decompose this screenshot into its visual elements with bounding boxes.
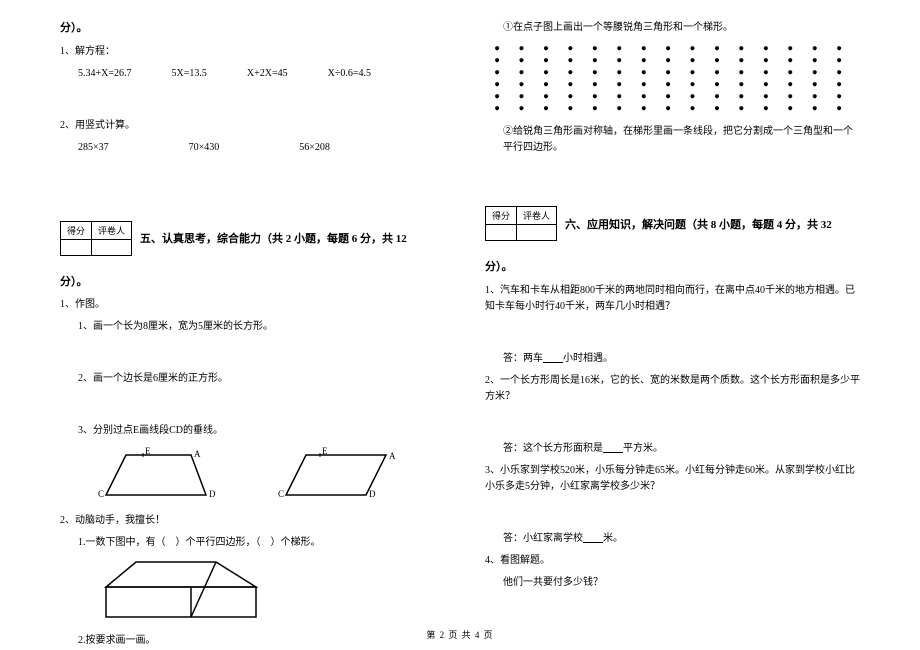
text: ）个梯形。 [271,537,321,548]
grader-label: 评卷人 [517,207,557,225]
grader-cell [517,225,557,241]
section6-header: 得分评卷人 六、应用知识，解决问题（共 8 小题，每题 4 分，共 32 [485,206,860,241]
eq: X÷0.6=4.5 [328,66,371,82]
blank: ____ [583,533,603,544]
right-column: ①在点子图上画出一个等腰锐角三角形和一个梯形。 ● ● ● ● ● ● ● ● … [460,0,920,620]
label-e: E [145,447,151,456]
s5q1: 1、作图。 [60,297,435,313]
score-box: 得分评卷人 [60,221,132,256]
dot-grid: ● ● ● ● ● ● ● ● ● ● ● ● ● ● ● ● ● ● ● ● … [485,42,860,114]
s5q2a: 1.一数下图中，有（ ）个平行四边形，（ ）个梯形。 [60,535,435,551]
eq: 70×430 [189,140,220,156]
label-c: C [98,489,104,499]
problem2-answer: 答：这个长方形面积是____平方米。 [485,441,860,457]
problem4b: 他们一共要付多少钱？ [485,575,860,591]
blank: ____ [543,353,563,364]
q1-label: 1、解方程： [60,44,435,60]
text: 答：小红家离学校 [503,533,583,544]
section6-tail: 分）。 [485,259,860,277]
parallelogram-figure: C D E A [276,447,396,505]
label-d: D [369,489,376,499]
problem4a: 4、看图解题。 [485,553,860,569]
text: 答：这个长方形面积是 [503,443,603,454]
left-column: 分）。 1、解方程： 5.34+X=26.7 5X=13.5 X+2X=45 X… [0,0,460,620]
eq: 56×208 [299,140,330,156]
text: 平方米。 [623,443,663,454]
dot-instruction: ①在点子图上画出一个等腰锐角三角形和一个梯形。 [485,20,860,36]
label-a: A [389,451,396,461]
q2-label: 2、用竖式计算。 [60,118,435,134]
eq: 285×37 [78,140,109,156]
label-e: E [322,447,328,456]
eq: X+2X=45 [247,66,288,82]
score-label: 得分 [486,207,517,225]
section6-title: 六、应用知识，解决问题（共 8 小题，每题 4 分，共 32 [565,216,832,232]
trapezoid-figure: C D E A [96,447,216,505]
label-c: C [278,489,284,499]
q2-equations: 285×37 70×430 56×208 [60,140,435,156]
s5q1a: 1、画一个长为8厘米，宽为5厘米的长方形。 [60,319,435,335]
score-cell [486,225,517,241]
page-container: 分）。 1、解方程： 5.34+X=26.7 5X=13.5 X+2X=45 X… [0,0,920,620]
eq: 5.34+X=26.7 [78,66,132,82]
cut-instruction: ②给锐角三角形画对称轴，在梯形里画一条线段，把它分割成一个三角型和一个平行四边形… [485,124,860,156]
text: ）个平行四边形，（ [176,537,261,548]
s5q2: 2、动脑动手，我擅长！ [60,513,435,529]
problem2: 2、一个长方形周长是16米，它的长、宽的米数是两个质数。这个长方形面积是多少平方… [485,373,860,405]
text: 1.一数下图中，有（ [78,537,166,548]
section5-title: 五、认真思考，综合能力（共 2 小题，每题 6 分，共 12 [140,230,407,246]
problem3-answer: 答：小红家离学校____米。 [485,531,860,547]
s5q1b: 2、画一个边长是6厘米的正方形。 [60,371,435,387]
blank: ____ [603,443,623,454]
problem1-answer: 答：两车____小时相遇。 [485,351,860,367]
compound-figure [60,557,435,627]
q1-equations: 5.34+X=26.7 5X=13.5 X+2X=45 X÷0.6=4.5 [60,66,435,82]
problem1: 1、汽车和卡车从相距800千米的两地同时相向而行，在离中点40千米的地方相遇。已… [485,283,860,315]
label-d: D [209,489,216,499]
score-box: 得分评卷人 [485,206,557,241]
problem3: 3、小乐家到学校520米，小乐每分钟走65米。小红每分钟走60米。从家到学校小红… [485,463,860,495]
s5q2b: 2.按要求画一画。 [60,633,435,649]
section5-header: 得分评卷人 五、认真思考，综合能力（共 2 小题，每题 6 分，共 12 [60,221,435,256]
text: 答：两车 [503,353,543,364]
s5q1c: 3、分别过点E画线段CD的垂线。 [60,423,435,439]
score-label: 得分 [61,221,92,239]
section5-tail: 分）。 [60,274,435,292]
section4-tail: 分）。 [60,20,435,38]
text: 米。 [603,533,623,544]
grader-label: 评卷人 [92,221,132,239]
eq: 5X=13.5 [172,66,207,82]
trapezoid-figures: C D E A C D E A [60,447,435,505]
label-a: A [194,449,201,459]
text: 小时相遇。 [563,353,613,364]
grader-cell [92,239,132,255]
score-cell [61,239,92,255]
